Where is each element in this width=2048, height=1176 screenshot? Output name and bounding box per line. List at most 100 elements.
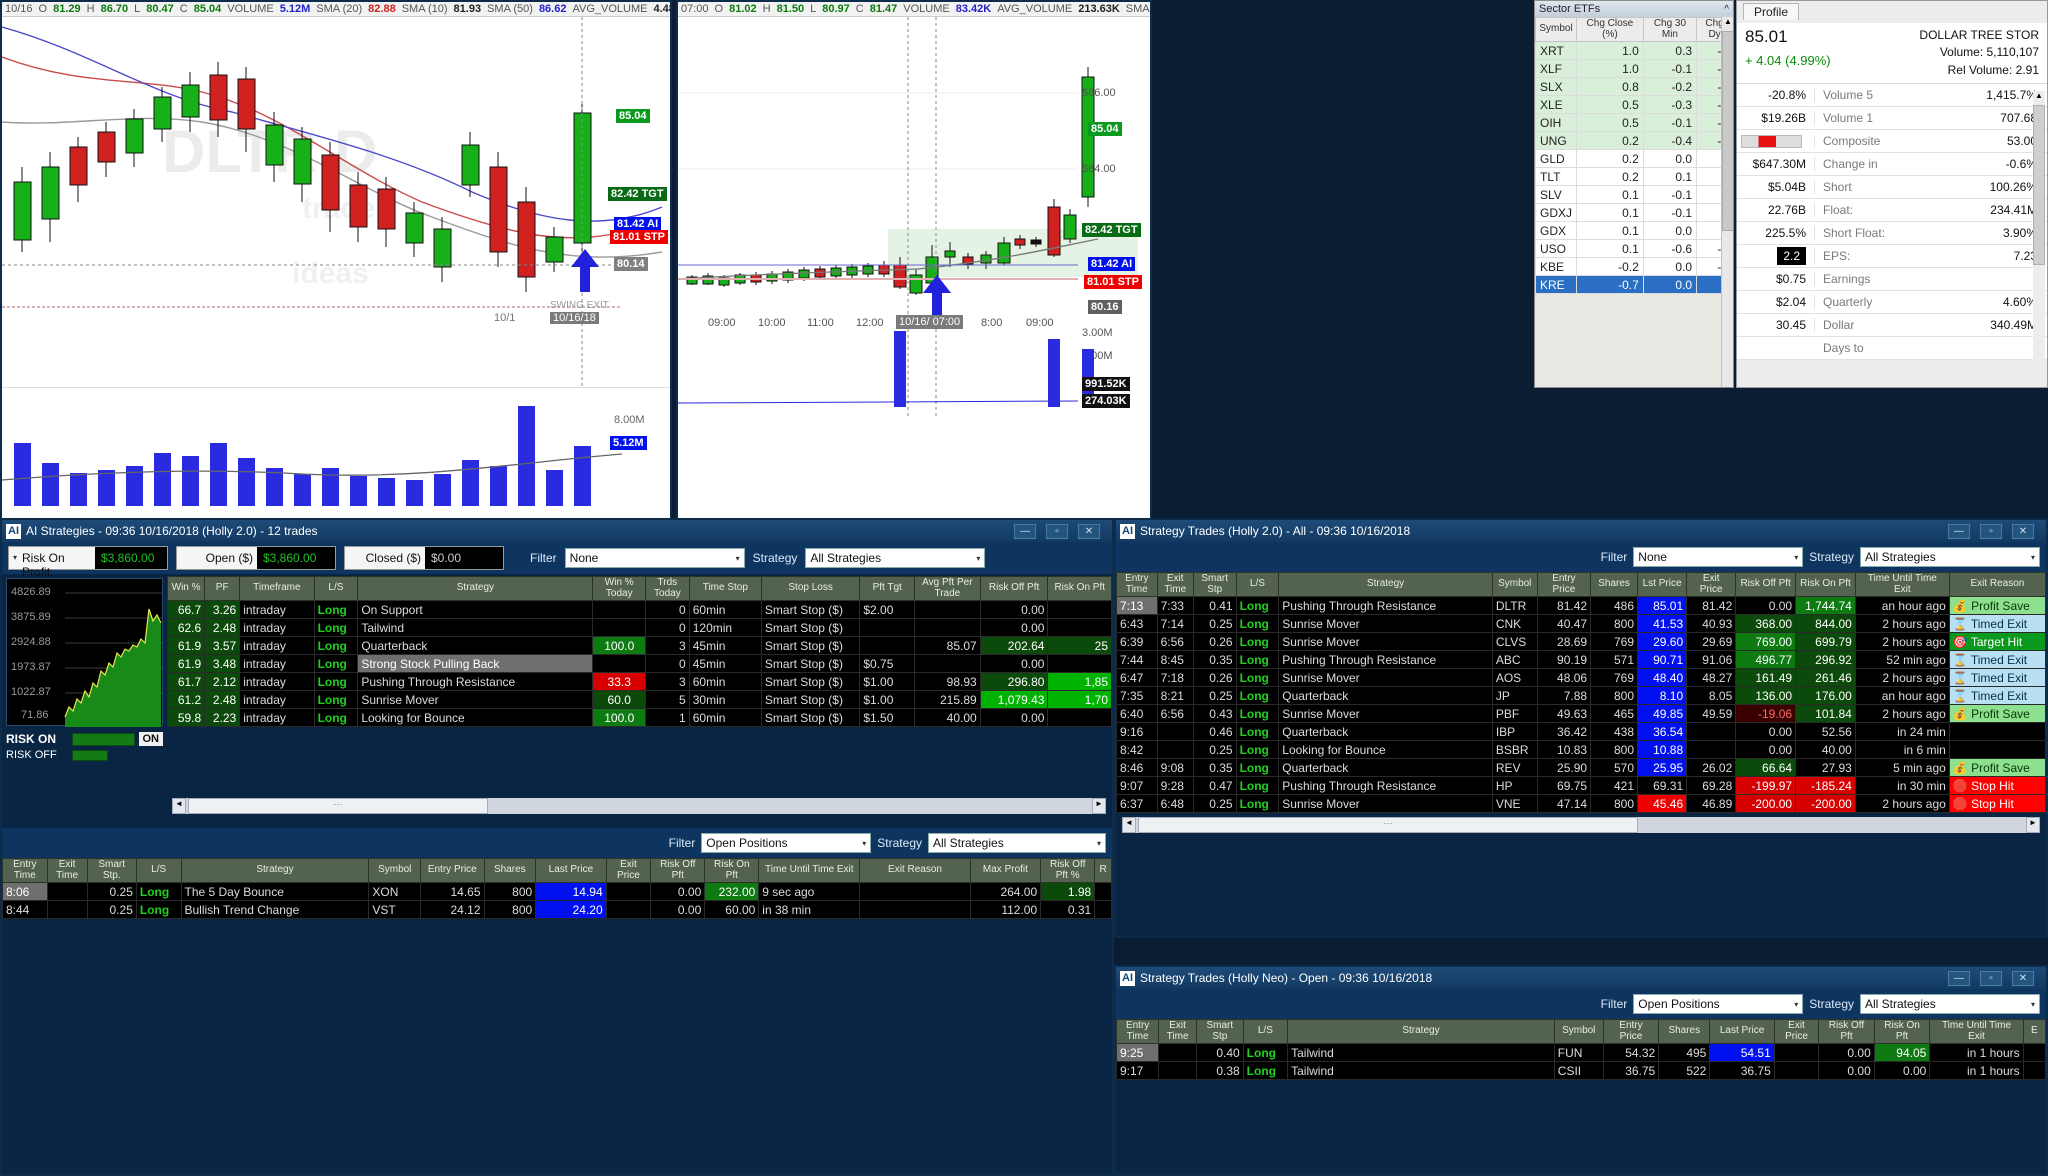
table-row[interactable]: 61.72.12intradayLongPushing Through Resi… [168, 673, 1112, 691]
ai-strategy-select[interactable]: All Strategies ▾ [805, 548, 985, 568]
intraday-price-pane[interactable]: ♡ DLTR,15 trade ideas [678, 17, 1150, 417]
col-symbol[interactable]: Symbol [369, 859, 421, 883]
col-time-until-time-exit[interactable]: Time Until Time Exit [759, 859, 860, 883]
col-exit-reason[interactable]: Exit Reason [1949, 573, 2045, 597]
daily-price-pane[interactable]: DLTR,D trade ideas [2, 17, 670, 387]
table-row[interactable]: 8:420.25LongLooking for BounceBSBR10.838… [1117, 741, 2046, 759]
col-entry-time[interactable]: Entry Time [1117, 573, 1158, 597]
strategies-hscrollbar[interactable]: ◄ ⋯ ► [172, 798, 1106, 814]
col-exit-time[interactable]: Exit Time [1159, 1020, 1197, 1044]
col-shares[interactable]: Shares [1659, 1020, 1710, 1044]
table-row[interactable]: USO0.1-0.6-3 [1536, 240, 1733, 258]
minimize-button-3[interactable]: — [1948, 971, 1970, 986]
col-win-today[interactable]: Win % Today [593, 577, 646, 601]
col-risk-off-pft[interactable]: Risk Off Pft [1736, 573, 1796, 597]
col-exit-price[interactable]: Exit Price [1687, 573, 1736, 597]
col-chg-30min[interactable]: Chg 30 Min [1643, 18, 1696, 42]
col-risk-off-pft[interactable]: Risk Off Pft [980, 577, 1048, 601]
table-row[interactable]: GDX0.10.07 [1536, 222, 1733, 240]
col-lst-price[interactable]: Lst Price [1638, 573, 1687, 597]
col-smart-stp[interactable]: Smart Stp [1197, 1020, 1244, 1044]
col-symbol[interactable]: Symbol [1554, 1020, 1603, 1044]
table-row[interactable]: XRT1.00.3-0 [1536, 42, 1733, 60]
table-row[interactable]: 61.93.48intradayLongStrong Stock Pulling… [168, 655, 1112, 673]
strategy-trades-neo-table-wrap[interactable]: Entry TimeExit TimeSmart StpL/SStrategyS… [1116, 1019, 2046, 1080]
table-row[interactable]: 7:448:450.35LongPushing Through Resistan… [1117, 651, 2046, 669]
col-risk-on-pft[interactable]: Risk On Pft [1796, 573, 1856, 597]
col-l-s[interactable]: L/S [136, 859, 181, 883]
col-stop-loss[interactable]: Stop Loss [761, 577, 859, 601]
close-button-3[interactable]: ✕ [2012, 971, 2034, 986]
table-row[interactable]: 61.22.48intradayLongSunrise Mover60.0530… [168, 691, 1112, 709]
minimize-button-2[interactable]: — [1948, 524, 1970, 539]
col-l-s[interactable]: L/S [1236, 573, 1279, 597]
table-row[interactable]: XLF1.0-0.1-5 [1536, 60, 1733, 78]
ai-filter-select[interactable]: None ▾ [565, 548, 745, 568]
risk-on-state[interactable]: ON [139, 732, 164, 746]
table-row[interactable]: UNG0.2-0.4-0 [1536, 132, 1733, 150]
col-shares[interactable]: Shares [484, 859, 536, 883]
col-symbol[interactable]: Symbol [1536, 18, 1577, 42]
table-row[interactable]: OIH0.5-0.1-4 [1536, 114, 1733, 132]
profile-scrollbar[interactable]: ▲ [2033, 91, 2045, 383]
hscroll-right-icon[interactable]: ► [1092, 798, 1106, 814]
table-row[interactable]: 6:437:140.25LongSunrise MoverCNK40.47800… [1117, 615, 2046, 633]
col-risk-on-pft[interactable]: Risk On Pft [705, 859, 759, 883]
col-entry-time[interactable]: Entry Time [3, 859, 48, 883]
col-time-until-time-exit[interactable]: Time Until Time Exit [1930, 1020, 2023, 1044]
strategies-table-wrap[interactable]: Win %PFTimeframeL/SStrategyWin % TodayTr… [167, 574, 1112, 794]
col-entry-price[interactable]: Entry Price [1603, 1020, 1659, 1044]
col-e[interactable]: E [2023, 1020, 2045, 1044]
profile-scroll-up-icon[interactable]: ▲ [2033, 91, 2045, 103]
table-row[interactable]: KRE-0.70.0- [1536, 276, 1733, 294]
table-row[interactable]: 61.93.57intradayLongQuarterback100.0345m… [168, 637, 1112, 655]
table-row[interactable]: 9:170.38LongTailwindCSII36.7552236.750.0… [1117, 1062, 2046, 1080]
col-last-price[interactable]: Last Price [536, 859, 606, 883]
col-win-[interactable]: Win % [168, 577, 205, 601]
col-entry-time[interactable]: Entry Time [1117, 1020, 1159, 1044]
op-filter-select[interactable]: Open Positions ▾ [701, 833, 871, 853]
table-row[interactable]: 59.82.23intradayLongLooking for Bounce10… [168, 709, 1112, 727]
maximize-button-2[interactable]: ▫ [1980, 524, 2002, 539]
hscroll-left-icon[interactable]: ◄ [172, 798, 186, 814]
col-shares[interactable]: Shares [1591, 573, 1638, 597]
col-timeframe[interactable]: Timeframe [240, 577, 314, 601]
equity-curve-chart[interactable]: 4826.89 3875.89 2924.88 1973.87 1022.87 … [6, 578, 163, 726]
table-row[interactable]: GLD0.20.03 [1536, 150, 1733, 168]
close-button[interactable]: ✕ [1078, 524, 1100, 539]
open-positions-table-wrap[interactable]: Entry TimeExit TimeSmart Stp.L/SStrategy… [2, 858, 1112, 919]
col-chg-close[interactable]: Chg Close (%) [1577, 18, 1644, 42]
col-risk-off-pft[interactable]: Risk Off Pft [1819, 1020, 1875, 1044]
sta-strategy-select[interactable]: All Strategies ▾ [1860, 547, 2040, 567]
table-row[interactable]: 66.73.26intradayLongOn Support060minSmar… [168, 601, 1112, 619]
col-strategy[interactable]: Strategy [358, 577, 593, 601]
col-exit-time[interactable]: Exit Time [47, 859, 87, 883]
col-time-until-time-exit[interactable]: Time Until Time Exit [1855, 573, 1949, 597]
col-pf[interactable]: PF [205, 577, 240, 601]
table-row[interactable]: 8:060.25LongThe 5 Day BounceXON14.658001… [3, 883, 1112, 901]
col-risk-on-pft[interactable]: Risk On Pft [1048, 577, 1112, 601]
sta-filter-select[interactable]: None ▾ [1633, 547, 1803, 567]
close-button-2[interactable]: ✕ [2012, 524, 2034, 539]
col-smart-stp[interactable]: Smart Stp [1193, 573, 1236, 597]
table-row[interactable]: TLT0.20.11 [1536, 168, 1733, 186]
col-symbol[interactable]: Symbol [1492, 573, 1537, 597]
col-time-stop[interactable]: Time Stop [689, 577, 761, 601]
col-risk-off-pft-[interactable]: Risk Off Pft % [1041, 859, 1095, 883]
col-last-price[interactable]: Last Price [1710, 1020, 1774, 1044]
table-row[interactable]: KBE-0.20.0-6 [1536, 258, 1733, 276]
sta-hscroll-left-icon[interactable]: ◄ [1122, 817, 1136, 833]
table-row[interactable]: 6:406:560.43LongSunrise MoverPBF49.63465… [1117, 705, 2046, 723]
table-row[interactable]: 6:477:180.26LongSunrise MoverAOS48.06769… [1117, 669, 2046, 687]
col-exit-time[interactable]: Exit Time [1157, 573, 1193, 597]
table-row[interactable]: 6:396:560.26LongSunrise MoverCLVS28.6976… [1117, 633, 2046, 651]
table-row[interactable]: 7:137:330.41LongPushing Through Resistan… [1117, 597, 2046, 615]
col-strategy[interactable]: Strategy [181, 859, 369, 883]
maximize-button[interactable]: ▫ [1046, 524, 1068, 539]
col-smart-stp-[interactable]: Smart Stp. [87, 859, 136, 883]
col-strategy[interactable]: Strategy [1288, 1020, 1555, 1044]
sta-hscroll-thumb[interactable]: ⋯ [1138, 817, 1638, 833]
table-row[interactable]: 9:160.46LongQuarterbackIBP36.4243836.540… [1117, 723, 2046, 741]
strategy-trades-all-table-wrap[interactable]: Entry TimeExit TimeSmart StpL/SStrategyS… [1116, 572, 2046, 813]
col-risk-off-pft[interactable]: Risk Off Pft [651, 859, 705, 883]
